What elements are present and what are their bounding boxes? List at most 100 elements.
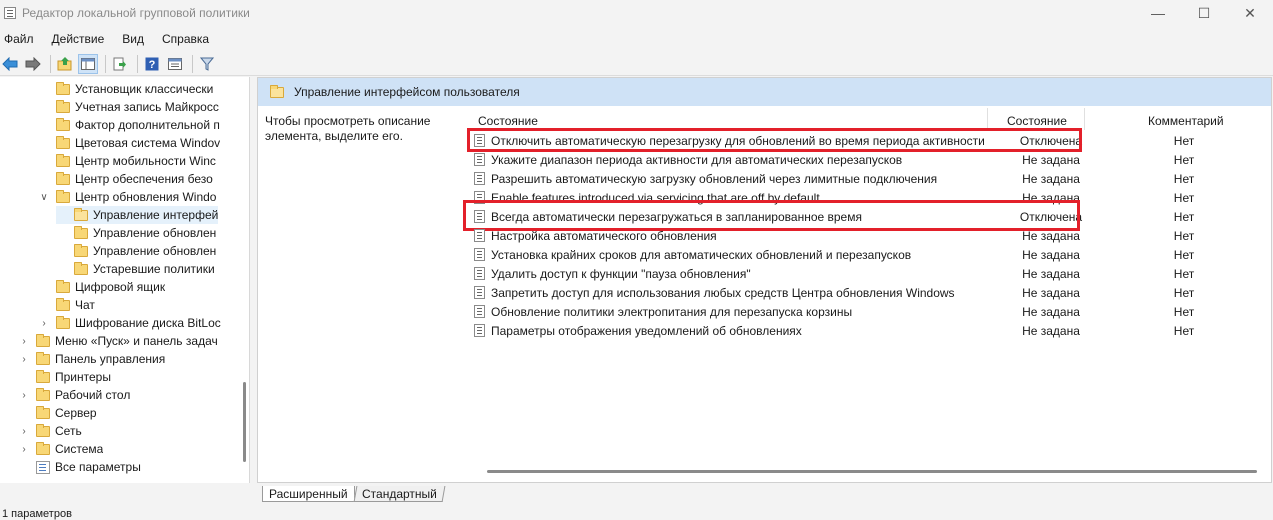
tree-item[interactable]: › Система (18, 440, 103, 458)
policy-name: Удалить доступ к функции "пауза обновлен… (491, 266, 751, 281)
folder-icon (36, 369, 50, 383)
tree-item[interactable]: Учетная запись Майкросс (38, 98, 219, 116)
folder-icon (56, 135, 70, 149)
folder-icon (36, 405, 50, 419)
policy-state: Не задана (1022, 285, 1080, 300)
up-folder-icon[interactable] (55, 54, 75, 74)
tree-item[interactable]: Устаревшие политики (56, 260, 215, 278)
list-horizontal-scrollbar-thumb[interactable] (487, 470, 1257, 473)
toolbar: ? (0, 52, 1273, 76)
tree-item[interactable]: Принтеры (18, 368, 111, 386)
policy-state: Не задана (1022, 171, 1080, 186)
export-list-icon[interactable] (110, 54, 130, 74)
pane-title: Управление интерфейсом пользователя (294, 85, 520, 99)
chevron-right-icon[interactable]: › (18, 354, 30, 365)
tree-item[interactable]: Управление обновлен (56, 224, 216, 242)
policy-row[interactable]: Отключить автоматическую перезагрузку дл… (474, 131, 1264, 150)
tree-item[interactable]: Все параметры (18, 458, 141, 476)
tree-item[interactable]: Центр обеспечения безо (38, 170, 213, 188)
policy-row[interactable]: Обновление политики электропитания для п… (474, 302, 1264, 321)
window-controls: — ☐ ✕ (1135, 0, 1273, 26)
policy-row[interactable]: Запретить доступ для использования любых… (474, 283, 1264, 302)
policy-comment: Нет (1173, 228, 1195, 243)
tree-scrollbar[interactable] (240, 77, 249, 483)
policy-setting-icon (474, 229, 485, 242)
menu-file[interactable]: Файл (2, 32, 36, 46)
policy-name: Запретить доступ для использования любых… (491, 285, 955, 300)
policy-name: Параметры отображения уведомлений об обн… (491, 323, 802, 338)
folder-icon (56, 99, 70, 113)
properties-view-icon[interactable] (165, 54, 185, 74)
menu-help[interactable]: Справка (160, 32, 211, 46)
tree-item[interactable]: Сервер (18, 404, 97, 422)
tree-item-label: Цветовая система Windov (75, 136, 221, 150)
tree-item[interactable]: Фактор дополнительной п (38, 116, 220, 134)
tree-item[interactable]: ∨ Центр обновления Windo (38, 188, 216, 206)
policy-state: Не задана (1022, 152, 1080, 167)
tree-item[interactable]: Установщик классически (38, 80, 213, 98)
tree-item[interactable]: Управление обновлен (56, 242, 216, 260)
tree-scrollbar-thumb[interactable] (243, 382, 246, 462)
tree-item[interactable]: Центр мобильности Winc (38, 152, 216, 170)
status-bar: 1 параметров (2, 508, 72, 520)
minimize-button[interactable]: — (1135, 0, 1181, 26)
tree-item[interactable]: › Шифрование диска BitLoc (38, 314, 221, 332)
column-header-name[interactable]: Состояние (478, 111, 538, 131)
chevron-right-icon[interactable]: › (18, 444, 30, 455)
tree-item[interactable]: › Рабочий стол (18, 386, 130, 404)
menu-view[interactable]: Вид (120, 32, 146, 46)
policy-row[interactable]: Укажите диапазон периода активности для … (474, 150, 1264, 169)
chevron-down-icon[interactable]: ∨ (38, 192, 50, 203)
policy-name: Enable features introduced via servicing… (491, 190, 820, 205)
policy-setting-icon (474, 134, 485, 147)
show-hide-tree-icon[interactable] (78, 53, 98, 74)
policy-row[interactable]: Настройка автоматического обновления Не з… (474, 226, 1264, 245)
tab-standard[interactable]: Стандартный (353, 486, 445, 502)
chevron-right-icon[interactable]: › (18, 336, 30, 347)
policy-row[interactable]: Разрешить автоматическую загрузку обновл… (474, 169, 1264, 188)
policy-name: Всегда автоматически перезагружаться в з… (491, 209, 862, 224)
tab-extended[interactable]: Расширенный (262, 486, 355, 502)
column-header-state[interactable]: Состояние (1007, 111, 1067, 131)
policy-row[interactable]: Параметры отображения уведомлений об обн… (474, 321, 1264, 340)
policy-row[interactable]: Enable features introduced via servicing… (474, 188, 1264, 207)
menu-action[interactable]: Действие (50, 32, 107, 46)
column-separator[interactable] (987, 108, 988, 130)
folder-icon (36, 441, 50, 455)
tree-item[interactable]: › Меню «Пуск» и панель задач (18, 332, 218, 350)
tree-item[interactable]: Цифровой ящик (38, 278, 165, 296)
policy-setting-icon (474, 305, 485, 318)
folder-icon (56, 297, 70, 311)
policy-row[interactable]: Установка крайних сроков для автоматичес… (474, 245, 1264, 264)
tree-item-label: Управление интерфей (93, 208, 219, 222)
forward-icon[interactable] (23, 54, 43, 74)
policy-name: Обновление политики электропитания для п… (491, 304, 853, 319)
tree-item[interactable]: Чат (38, 296, 95, 314)
close-button[interactable]: ✕ (1227, 0, 1273, 26)
chevron-right-icon[interactable]: › (18, 390, 30, 401)
column-separator[interactable] (1084, 108, 1085, 130)
settings-list-icon (36, 460, 50, 474)
policy-row[interactable]: Всегда автоматически перезагружаться в з… (474, 207, 1264, 226)
tree-item-label: Меню «Пуск» и панель задач (55, 334, 218, 348)
policy-row[interactable]: Удалить доступ к функции "пауза обновлен… (474, 264, 1264, 283)
column-header-comment[interactable]: Комментарий (1148, 111, 1224, 131)
tree-item[interactable]: Управление интерфей (56, 206, 219, 224)
policy-setting-icon (474, 248, 485, 261)
back-icon[interactable] (0, 54, 20, 74)
tree-item-label: Центр обновления Windo (75, 190, 217, 204)
list-horizontal-scrollbar[interactable] (487, 468, 1257, 474)
tree-item[interactable]: › Панель управления (18, 350, 165, 368)
help-icon[interactable]: ? (142, 54, 162, 74)
filter-icon[interactable] (197, 54, 217, 74)
chevron-right-icon[interactable]: › (18, 426, 30, 437)
folder-icon (36, 423, 50, 437)
tree-item-label: Центр мобильности Winc (75, 154, 216, 168)
tree-item[interactable]: › Сеть (18, 422, 82, 440)
chevron-right-icon[interactable]: › (38, 318, 50, 329)
folder-icon (270, 84, 284, 98)
tree-item[interactable]: Цветовая система Windov (38, 134, 220, 152)
tree-item-label: Центр обеспечения безо (75, 172, 213, 186)
tree-item-label: Шифрование диска BitLoc (75, 316, 221, 330)
maximize-button[interactable]: ☐ (1181, 0, 1227, 26)
